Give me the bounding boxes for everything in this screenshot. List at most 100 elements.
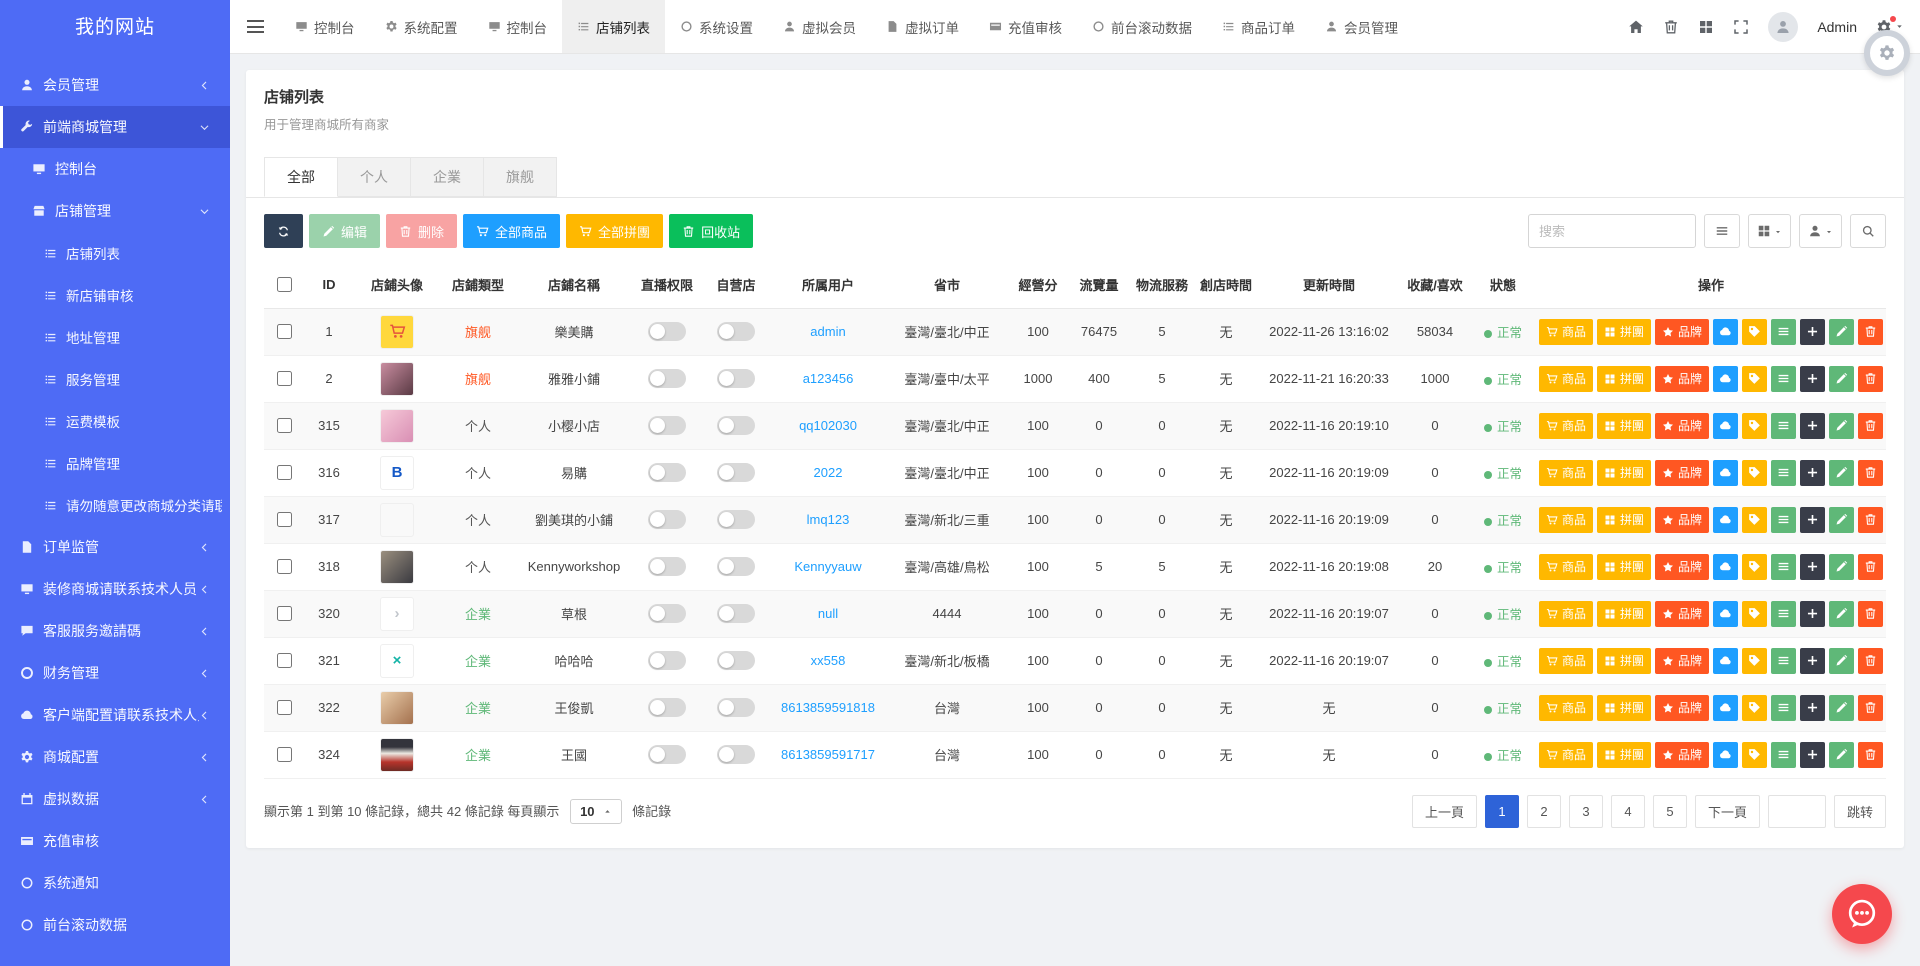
- store-home-button[interactable]: [1713, 694, 1739, 721]
- category-button[interactable]: [1771, 459, 1797, 486]
- delete-row-button[interactable]: [1857, 647, 1883, 674]
- edit-row-button[interactable]: [1829, 365, 1854, 392]
- sidebar-item[interactable]: 客户端配置请联系技术人员: [0, 694, 230, 736]
- coupon-button[interactable]: [1742, 553, 1768, 580]
- groupbuy-button[interactable]: 拼團: [1597, 553, 1652, 580]
- row-checkbox[interactable]: [277, 512, 292, 527]
- self-operated-toggle[interactable]: [717, 557, 755, 576]
- category-button[interactable]: [1771, 365, 1797, 392]
- live-permission-toggle[interactable]: [648, 651, 686, 670]
- sidebar-item[interactable]: 装修商城请联系技术人员: [0, 568, 230, 610]
- groupbuy-button[interactable]: 拼團: [1597, 365, 1652, 392]
- filter-tab[interactable]: 全部: [264, 157, 338, 197]
- owner-user-link[interactable]: null: [818, 606, 838, 621]
- clear-trash-button[interactable]: [1663, 19, 1679, 35]
- self-operated-toggle[interactable]: [717, 510, 755, 529]
- self-operated-toggle[interactable]: [717, 651, 755, 670]
- self-operated-toggle[interactable]: [717, 369, 755, 388]
- category-button[interactable]: [1771, 553, 1797, 580]
- live-permission-toggle[interactable]: [648, 463, 686, 482]
- owner-user-link[interactable]: lmq123: [807, 512, 850, 527]
- category-button[interactable]: [1771, 600, 1797, 627]
- filter-tab[interactable]: 旗舰: [484, 157, 557, 197]
- sidebar-item[interactable]: 充值审核: [0, 820, 230, 862]
- table-row[interactable]: 317 个人 劉美琪的小鋪 lmq123 臺灣/新北/三重 100 0 0 无 2022-11-1…: [264, 496, 1886, 544]
- sidebar-item[interactable]: 会员管理: [0, 64, 230, 106]
- goods-button[interactable]: 商品: [1539, 506, 1594, 533]
- coupon-button[interactable]: [1742, 600, 1768, 627]
- row-checkbox[interactable]: [277, 747, 292, 762]
- goods-button[interactable]: 商品: [1539, 553, 1594, 580]
- edit-button[interactable]: 编辑: [309, 214, 381, 248]
- add-button[interactable]: [1800, 600, 1825, 627]
- delete-row-button[interactable]: [1857, 412, 1883, 439]
- edit-row-button[interactable]: [1829, 318, 1854, 345]
- edit-row-button[interactable]: [1829, 412, 1854, 439]
- delete-row-button[interactable]: [1857, 506, 1883, 533]
- groupbuy-button[interactable]: 拼團: [1597, 506, 1652, 533]
- jump-button[interactable]: 跳转: [1833, 794, 1886, 828]
- nav-tab[interactable]: 虚拟订单: [871, 0, 974, 53]
- delete-button[interactable]: 删除: [386, 214, 458, 248]
- goods-button[interactable]: 商品: [1539, 365, 1594, 392]
- goods-button[interactable]: 商品: [1539, 600, 1594, 627]
- person-filter-button[interactable]: [1799, 214, 1842, 248]
- coupon-button[interactable]: [1742, 459, 1768, 486]
- store-home-button[interactable]: [1713, 506, 1739, 533]
- self-operated-toggle[interactable]: [717, 745, 755, 764]
- sidebar-item[interactable]: 虚拟数据: [0, 778, 230, 820]
- category-button[interactable]: [1771, 318, 1797, 345]
- avatar[interactable]: [1768, 11, 1799, 42]
- row-checkbox[interactable]: [277, 653, 292, 668]
- sidebar-item[interactable]: 店铺管理: [0, 190, 230, 232]
- store-home-button[interactable]: [1713, 412, 1739, 439]
- theme-settings-button[interactable]: [1864, 30, 1910, 76]
- brand-button[interactable]: 品牌: [1655, 459, 1710, 486]
- filter-tab[interactable]: 个人: [338, 157, 411, 197]
- add-button[interactable]: [1800, 553, 1825, 580]
- sidebar-item[interactable]: 系统通知: [0, 862, 230, 904]
- delete-row-button[interactable]: [1857, 694, 1883, 721]
- store-home-button[interactable]: [1713, 318, 1739, 345]
- coupon-button[interactable]: [1742, 506, 1768, 533]
- table-row[interactable]: 315 个人 小樱小店 qq102030 臺灣/臺北/中正 100 0 0 无 2022-11-1…: [264, 402, 1886, 450]
- groupbuy-button[interactable]: 拼團: [1597, 412, 1652, 439]
- goods-button[interactable]: 商品: [1539, 694, 1594, 721]
- page-button-3[interactable]: 3: [1568, 794, 1603, 828]
- owner-user-link[interactable]: qq102030: [799, 418, 857, 433]
- table-row[interactable]: 324 企業 王國 8613859591717 台灣 100 0 0 无无 0 正常 商品 拼團 品牌: [264, 731, 1886, 779]
- row-checkbox[interactable]: [277, 700, 292, 715]
- add-button[interactable]: [1800, 694, 1825, 721]
- store-home-button[interactable]: [1713, 459, 1739, 486]
- apps-button[interactable]: [1698, 19, 1714, 35]
- chat-button[interactable]: [1832, 884, 1892, 944]
- toggle-view-button[interactable]: [1704, 214, 1740, 248]
- table-row[interactable]: 316 B 个人 易購 2022 臺灣/臺北/中正 100 0 0 无 2022-11-16 20:…: [264, 449, 1886, 497]
- all-goods-button[interactable]: 全部商品: [463, 214, 561, 248]
- row-checkbox[interactable]: [277, 418, 292, 433]
- add-button[interactable]: [1800, 741, 1825, 768]
- owner-user-link[interactable]: 8613859591818: [781, 700, 875, 715]
- category-button[interactable]: [1771, 647, 1797, 674]
- nav-tab[interactable]: 系统设置: [665, 0, 768, 53]
- table-row[interactable]: 1 旗舰 樂美購 admin 臺灣/臺北/中正 100 76475 5 无 2022-11-26 …: [264, 308, 1886, 356]
- edit-row-button[interactable]: [1829, 553, 1854, 580]
- goods-button[interactable]: 商品: [1539, 459, 1594, 486]
- sidebar-item[interactable]: 商城配置: [0, 736, 230, 778]
- store-home-button[interactable]: [1713, 600, 1739, 627]
- delete-row-button[interactable]: [1857, 600, 1883, 627]
- page-size-select[interactable]: 10: [570, 798, 622, 824]
- page-button-4[interactable]: 4: [1610, 794, 1645, 828]
- add-button[interactable]: [1800, 412, 1825, 439]
- row-checkbox[interactable]: [277, 371, 292, 386]
- goods-button[interactable]: 商品: [1539, 741, 1594, 768]
- nav-tab[interactable]: 店铺列表: [562, 0, 665, 53]
- groupbuy-button[interactable]: 拼團: [1597, 318, 1652, 345]
- owner-user-link[interactable]: Kennyyauw: [794, 559, 861, 574]
- coupon-button[interactable]: [1742, 412, 1768, 439]
- live-permission-toggle[interactable]: [648, 698, 686, 717]
- groupbuy-button[interactable]: 拼團: [1597, 459, 1652, 486]
- nav-tab[interactable]: 会员管理: [1310, 0, 1413, 53]
- add-button[interactable]: [1800, 318, 1825, 345]
- coupon-button[interactable]: [1742, 741, 1768, 768]
